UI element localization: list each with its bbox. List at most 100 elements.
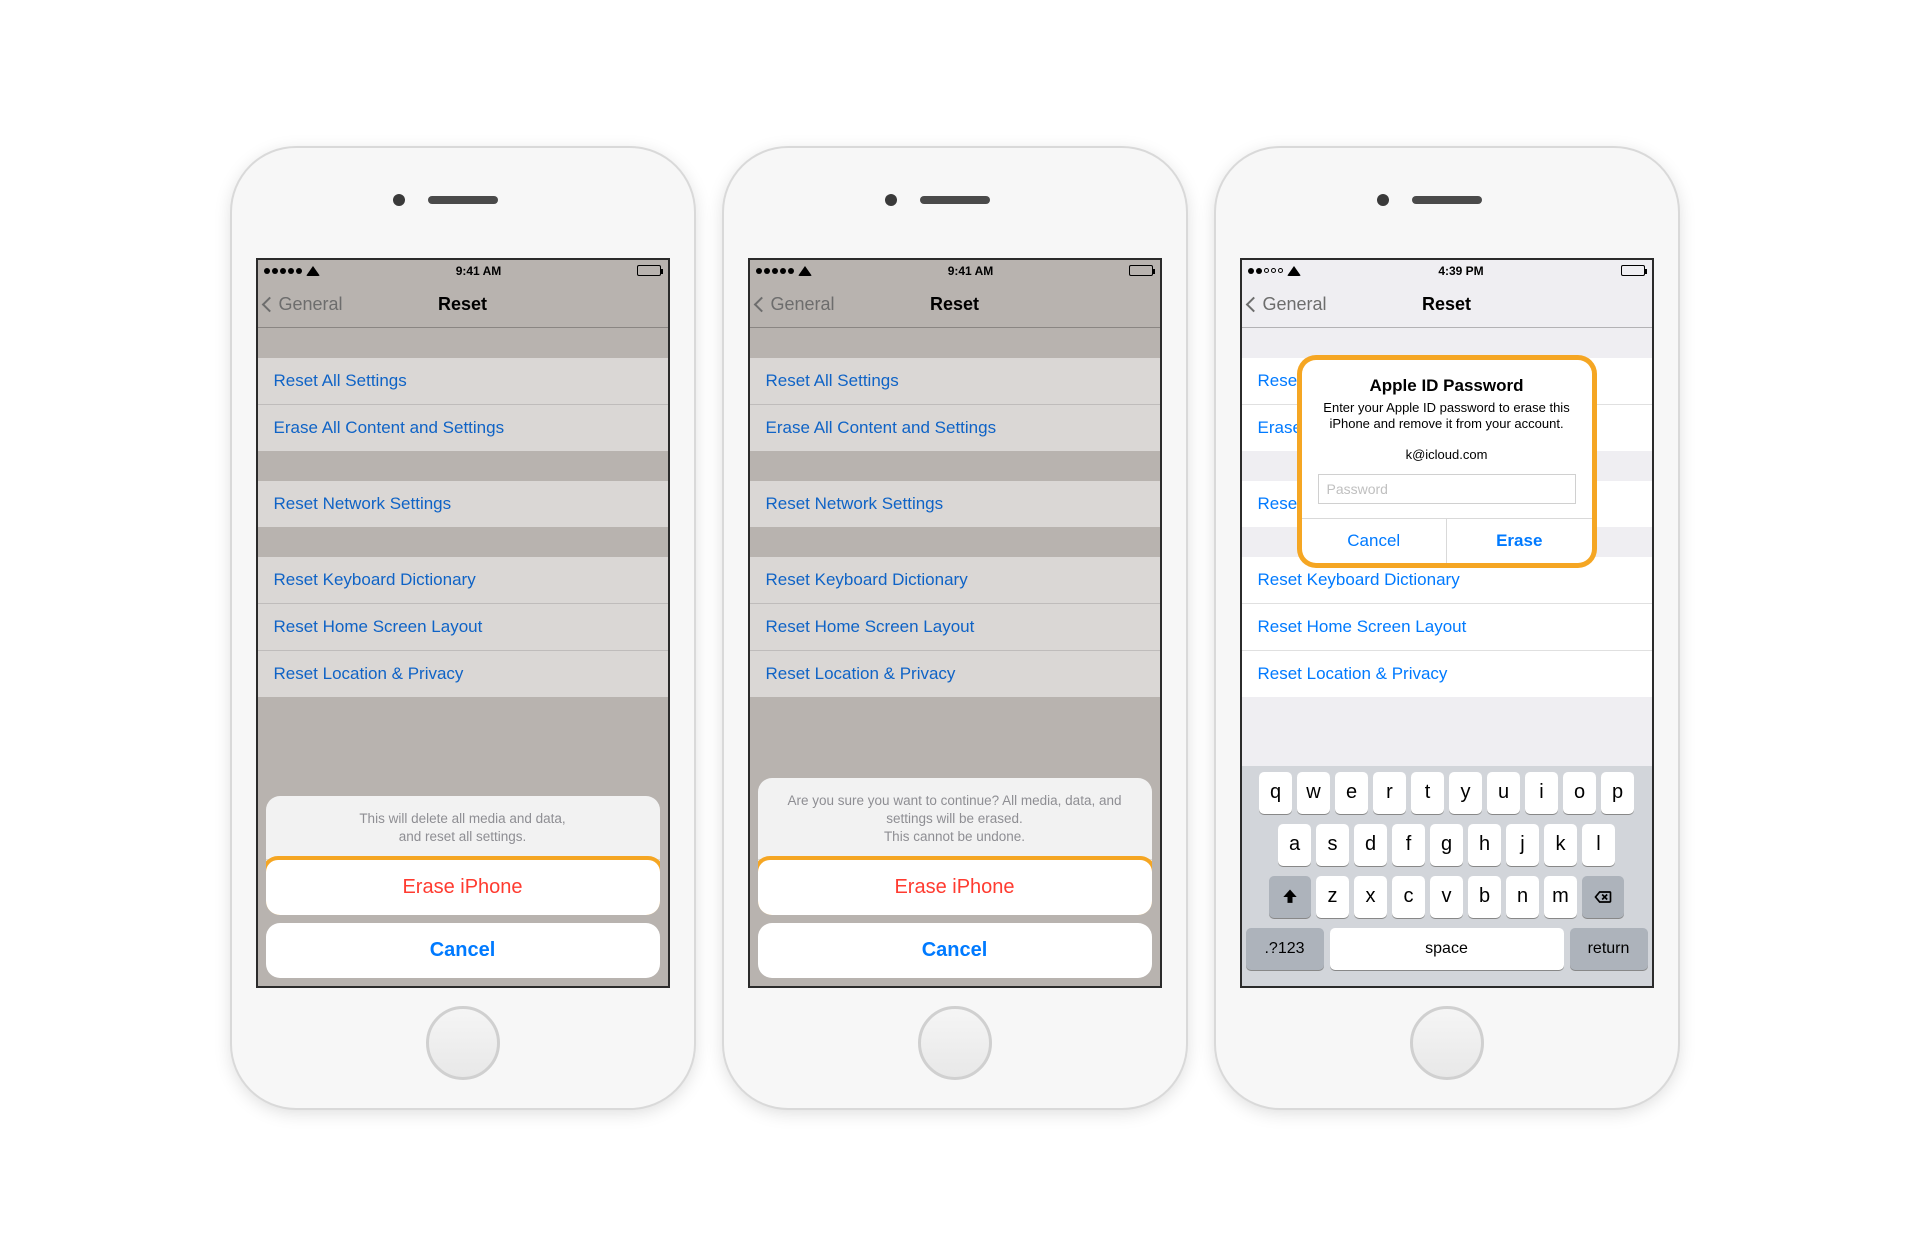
front-camera (1377, 194, 1389, 206)
erase-all-content[interactable]: Erase All Content and Settings (750, 405, 1160, 451)
signal-dots-icon (756, 268, 794, 274)
key-d[interactable]: d (1354, 824, 1387, 866)
wifi-icon (798, 266, 812, 276)
key-k[interactable]: k (1544, 824, 1577, 866)
signal-dots-icon (1248, 268, 1283, 274)
back-button[interactable]: General (756, 282, 835, 327)
password-field[interactable] (1318, 474, 1576, 504)
key-p[interactable]: p (1601, 772, 1634, 814)
reset-network-settings[interactable]: Reset Network Settings (258, 481, 668, 527)
alert-erase-button[interactable]: Erase (1447, 519, 1592, 563)
keyboard: q w e r t y u i o p a s d f g h j k l (1242, 766, 1652, 986)
home-button[interactable] (426, 1006, 500, 1080)
keyboard-row-2: a s d f g h j k l (1246, 824, 1648, 866)
back-label: General (279, 294, 343, 315)
iphone-frame-2: 9:41 AM General Reset Reset All Settings… (724, 148, 1186, 1108)
key-a[interactable]: a (1278, 824, 1311, 866)
status-time: 9:41 AM (456, 264, 502, 278)
status-bar: 9:41 AM (750, 260, 1160, 282)
screen-3: 4:39 PM General Reset Reset All Settings… (1240, 258, 1654, 988)
reset-all-settings[interactable]: Reset All Settings (258, 358, 668, 405)
key-i[interactable]: i (1525, 772, 1558, 814)
numbers-key[interactable]: .?123 (1246, 928, 1324, 970)
cancel-button[interactable]: Cancel (266, 923, 660, 978)
cancel-button[interactable]: Cancel (758, 923, 1152, 978)
home-button[interactable] (1410, 1006, 1484, 1080)
key-z[interactable]: z (1316, 876, 1349, 918)
reset-network-settings[interactable]: Reset Network Settings (750, 481, 1160, 527)
front-camera (393, 194, 405, 206)
key-w[interactable]: w (1297, 772, 1330, 814)
alert-cancel-button[interactable]: Cancel (1302, 519, 1448, 563)
nav-title: Reset (438, 294, 487, 315)
key-b[interactable]: b (1468, 876, 1501, 918)
wifi-icon (1287, 266, 1301, 276)
key-j[interactable]: j (1506, 824, 1539, 866)
battery-icon (1621, 265, 1645, 276)
erase-all-content[interactable]: Erase All Content and Settings (258, 405, 668, 451)
reset-location-privacy[interactable]: Reset Location & Privacy (1242, 651, 1652, 697)
shift-key[interactable] (1269, 876, 1311, 918)
back-label: General (1263, 294, 1327, 315)
key-e[interactable]: e (1335, 772, 1368, 814)
return-key[interactable]: return (1570, 928, 1648, 970)
reset-list: Reset All Settings Erase All Content and… (258, 328, 668, 697)
reset-keyboard-dictionary[interactable]: Reset Keyboard Dictionary (1242, 557, 1652, 604)
erase-iphone-button[interactable]: Erase iPhone (266, 860, 660, 915)
chevron-left-icon (753, 296, 769, 312)
key-g[interactable]: g (1430, 824, 1463, 866)
key-n[interactable]: n (1506, 876, 1539, 918)
speaker-grill (920, 196, 990, 204)
reset-home-screen-layout[interactable]: Reset Home Screen Layout (750, 604, 1160, 651)
nav-title: Reset (1422, 294, 1471, 315)
key-s[interactable]: s (1316, 824, 1349, 866)
reset-all-settings[interactable]: Reset All Settings (750, 358, 1160, 405)
iphone-frame-1: 9:41 AM General Reset Reset All Settings… (232, 148, 694, 1108)
screen-2: 9:41 AM General Reset Reset All Settings… (748, 258, 1162, 988)
battery-icon (1129, 265, 1153, 276)
nav-bar: General Reset (750, 282, 1160, 328)
key-q[interactable]: q (1259, 772, 1292, 814)
reset-keyboard-dictionary[interactable]: Reset Keyboard Dictionary (750, 557, 1160, 604)
key-r[interactable]: r (1373, 772, 1406, 814)
key-y[interactable]: y (1449, 772, 1482, 814)
key-x[interactable]: x (1354, 876, 1387, 918)
key-t[interactable]: t (1411, 772, 1444, 814)
reset-keyboard-dictionary[interactable]: Reset Keyboard Dictionary (258, 557, 668, 604)
action-sheet-2: Are you sure you want to continue? All m… (758, 778, 1152, 978)
status-bar: 9:41 AM (258, 260, 668, 282)
backspace-key[interactable] (1582, 876, 1624, 918)
alert-body: Enter your Apple ID password to erase th… (1302, 400, 1592, 444)
space-key[interactable]: space (1330, 928, 1564, 970)
status-time: 4:39 PM (1438, 264, 1483, 278)
key-c[interactable]: c (1392, 876, 1425, 918)
reset-location-privacy[interactable]: Reset Location & Privacy (750, 651, 1160, 697)
key-m[interactable]: m (1544, 876, 1577, 918)
reset-home-screen-layout[interactable]: Reset Home Screen Layout (1242, 604, 1652, 651)
status-time: 9:41 AM (948, 264, 994, 278)
home-button[interactable] (918, 1006, 992, 1080)
signal-dots-icon (264, 268, 302, 274)
reset-home-screen-layout[interactable]: Reset Home Screen Layout (258, 604, 668, 651)
key-u[interactable]: u (1487, 772, 1520, 814)
reset-location-privacy[interactable]: Reset Location & Privacy (258, 651, 668, 697)
key-f[interactable]: f (1392, 824, 1425, 866)
back-label: General (771, 294, 835, 315)
key-h[interactable]: h (1468, 824, 1501, 866)
nav-bar: General Reset (258, 282, 668, 328)
back-button[interactable]: General (264, 282, 343, 327)
back-button[interactable]: General (1248, 282, 1327, 327)
erase-iphone-button[interactable]: Erase iPhone (758, 860, 1152, 915)
sheet-message: Are you sure you want to continue? All m… (758, 778, 1152, 860)
alert-title: Apple ID Password (1302, 360, 1592, 400)
front-camera (885, 194, 897, 206)
sheet-message: This will delete all media and data, and… (266, 796, 660, 859)
key-o[interactable]: o (1563, 772, 1596, 814)
key-l[interactable]: l (1582, 824, 1615, 866)
key-v[interactable]: v (1430, 876, 1463, 918)
apple-id-password-alert: Apple ID Password Enter your Apple ID pa… (1302, 360, 1592, 564)
shift-icon (1280, 887, 1300, 907)
keyboard-row-4: .?123 space return (1246, 928, 1648, 970)
speaker-grill (428, 196, 498, 204)
iphone-frame-3: 4:39 PM General Reset Reset All Settings… (1216, 148, 1678, 1108)
